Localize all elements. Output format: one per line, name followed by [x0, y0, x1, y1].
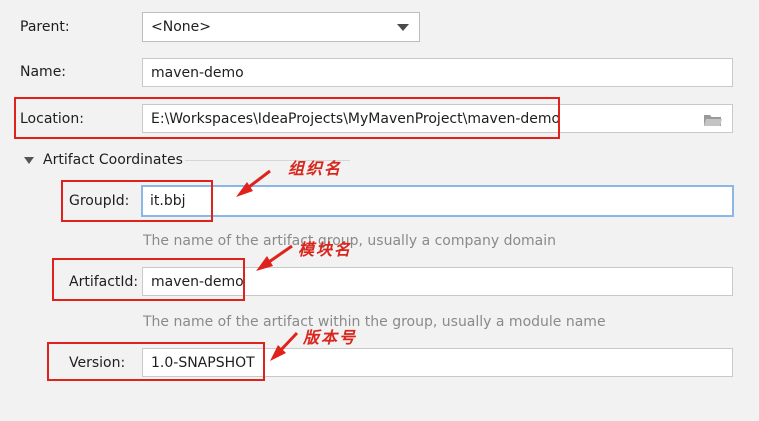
version-arrow: [270, 331, 299, 361]
artifactid-arrow: [256, 244, 293, 271]
annotation-arrows: [236, 169, 299, 361]
groupid-arrow: [236, 169, 271, 197]
